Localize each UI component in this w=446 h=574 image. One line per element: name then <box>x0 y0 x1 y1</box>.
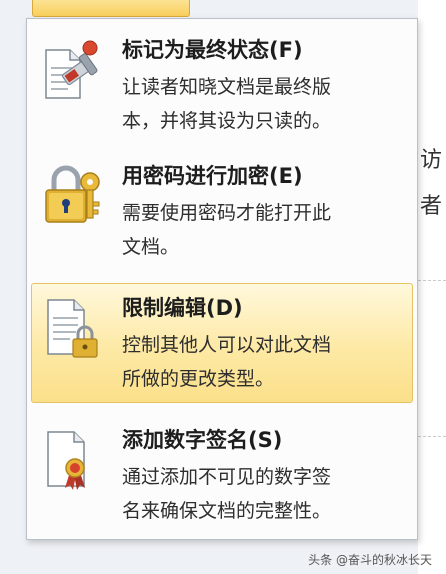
description-line: 本，并将其设为只读的。 <box>122 110 332 132</box>
menu-item-description: 需要使用密码才能打开此 文档。 <box>122 196 404 264</box>
padlock-key-icon <box>45 165 100 223</box>
protect-document-button[interactable] <box>32 0 190 17</box>
watermark: 头条 @奋斗的秋冰长天 <box>308 553 432 567</box>
menu-item-description: 控制其他人可以对此文档 所做的更改类型。 <box>122 328 404 396</box>
screen: 访 者 标记为最终状态(F) 让读者知晓文档是最终版 本，并将其设为只读的。 用… <box>0 0 446 574</box>
background-text: 者 <box>420 194 443 219</box>
menu-item-title: 限制编辑(D) <box>122 296 243 320</box>
menu-item-title: 添加数字签名(S) <box>122 428 283 452</box>
menu-item-encrypt-with-password[interactable]: 用密码进行加密(E) 需要使用密码才能打开此 文档。 <box>31 151 413 271</box>
menu-item-title: 用密码进行加密(E) <box>122 164 303 188</box>
menu-item-title: 标记为最终状态(F) <box>122 38 303 62</box>
restrict-editing-icon <box>47 299 98 358</box>
description-line: 文档。 <box>122 236 180 258</box>
divider <box>418 436 446 437</box>
description-line: 通过添加不可见的数字签 <box>122 466 332 488</box>
menu-item-description: 让读者知晓文档是最终版 本，并将其设为只读的。 <box>122 70 404 138</box>
menu-item-mark-as-final[interactable]: 标记为最终状态(F) 让读者知晓文档是最终版 本，并将其设为只读的。 <box>31 25 413 145</box>
menu-item-description: 通过添加不可见的数字签 名来确保文档的完整性。 <box>122 460 404 528</box>
divider <box>418 280 446 281</box>
document-background <box>418 0 446 574</box>
background-text: 访 <box>420 148 443 173</box>
menu-item-restrict-editing[interactable]: 限制编辑(D) 控制其他人可以对此文档 所做的更改类型。 <box>31 283 413 403</box>
description-line: 控制其他人可以对此文档 <box>122 334 332 356</box>
mark-final-icon <box>45 40 98 99</box>
protect-document-menu: 标记为最终状态(F) 让读者知晓文档是最终版 本，并将其设为只读的。 用密码进行… <box>26 18 418 540</box>
description-line: 需要使用密码才能打开此 <box>122 202 332 224</box>
digital-signature-icon <box>47 431 85 490</box>
description-line: 所做的更改类型。 <box>122 368 275 390</box>
description-line: 让读者知晓文档是最终版 <box>122 76 332 98</box>
menu-item-add-digital-signature[interactable]: 添加数字签名(S) 通过添加不可见的数字签 名来确保文档的完整性。 <box>31 415 413 535</box>
description-line: 名来确保文档的完整性。 <box>122 500 332 522</box>
